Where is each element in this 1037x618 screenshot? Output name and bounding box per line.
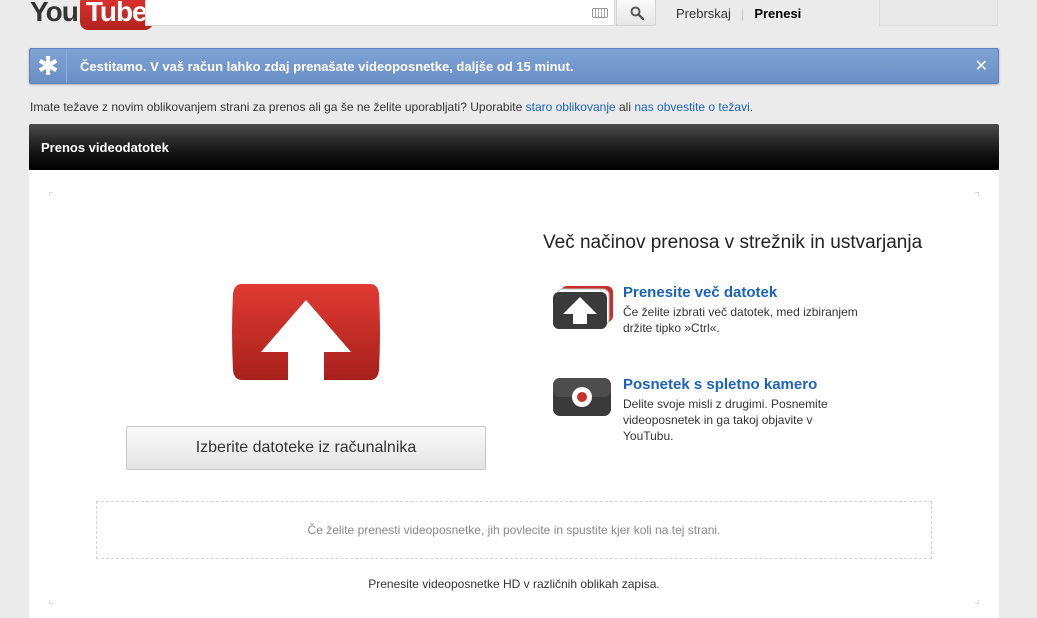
close-icon[interactable]: ✕: [975, 56, 988, 76]
logo-tube-text: Tube: [79, 0, 153, 30]
corner-mark: [975, 600, 979, 604]
upload-panel: Izberite datoteke iz računalnika Več nač…: [29, 170, 999, 618]
old-design-link[interactable]: staro oblikovanje: [526, 100, 616, 114]
multiple-upload-icon[interactable]: [553, 284, 615, 330]
alert-message: Čestitamo. V vaš račun lahko zdaj prenaš…: [80, 59, 574, 74]
logo-you-text: You: [30, 0, 79, 27]
info-text-after: .: [749, 100, 754, 114]
webcam-icon[interactable]: [553, 376, 615, 418]
select-files-button[interactable]: Izberite datoteke iz računalnika: [126, 426, 486, 470]
scrollbar-gutter: [1030, 0, 1037, 618]
corner-mark: [975, 192, 979, 196]
option-webcam-desc: Delite svoje misli z drugimi. Posnemite …: [623, 397, 828, 443]
corner-mark: [49, 600, 53, 604]
youtube-logo[interactable]: You Tube: [30, 0, 153, 30]
search-input[interactable]: [145, 0, 615, 26]
nav-upload-link[interactable]: Prenesi: [754, 6, 801, 21]
top-nav: Prebrskaj | Prenesi: [676, 6, 801, 21]
info-text-mid: ali: [615, 100, 635, 114]
option-multiple-title[interactable]: Prenesite več datotek: [623, 284, 777, 301]
report-problem-link[interactable]: nas obvestite o težavi: [634, 100, 749, 114]
search-button[interactable]: [616, 0, 656, 26]
nav-browse-link[interactable]: Prebrskaj: [676, 6, 731, 21]
nav-separator: |: [740, 6, 745, 21]
drag-drop-zone[interactable]: Če želite prenesti videoposnetke, jih po…: [96, 501, 932, 559]
success-alert: ✱ Čestitamo. V vaš račun lahko zdaj pren…: [29, 48, 999, 84]
option-webcam-title[interactable]: Posnetek s spletno kamero: [623, 376, 817, 393]
search-icon: [630, 6, 644, 20]
hd-upload-note: Prenesite videoposnetke HD v različnih o…: [368, 577, 660, 591]
more-options-title: Več načinov prenosa v strežnik in ustvar…: [543, 232, 923, 253]
option-multiple-desc: Če želite izbrati več datotek, med izbir…: [623, 305, 858, 335]
info-text-before: Imate težave z novim oblikovanjem strani…: [30, 100, 526, 114]
asterisk-icon: ✱: [30, 49, 67, 83]
corner-mark: [49, 192, 53, 196]
user-menu[interactable]: [879, 0, 998, 26]
info-line: Imate težave z novim oblikovanjem strani…: [30, 100, 753, 114]
section-title: Prenos videodatotek: [41, 140, 169, 155]
keyboard-icon[interactable]: [592, 8, 608, 18]
section-header: Prenos videodatotek: [29, 124, 999, 170]
upload-arrow-icon[interactable]: [232, 282, 380, 387]
